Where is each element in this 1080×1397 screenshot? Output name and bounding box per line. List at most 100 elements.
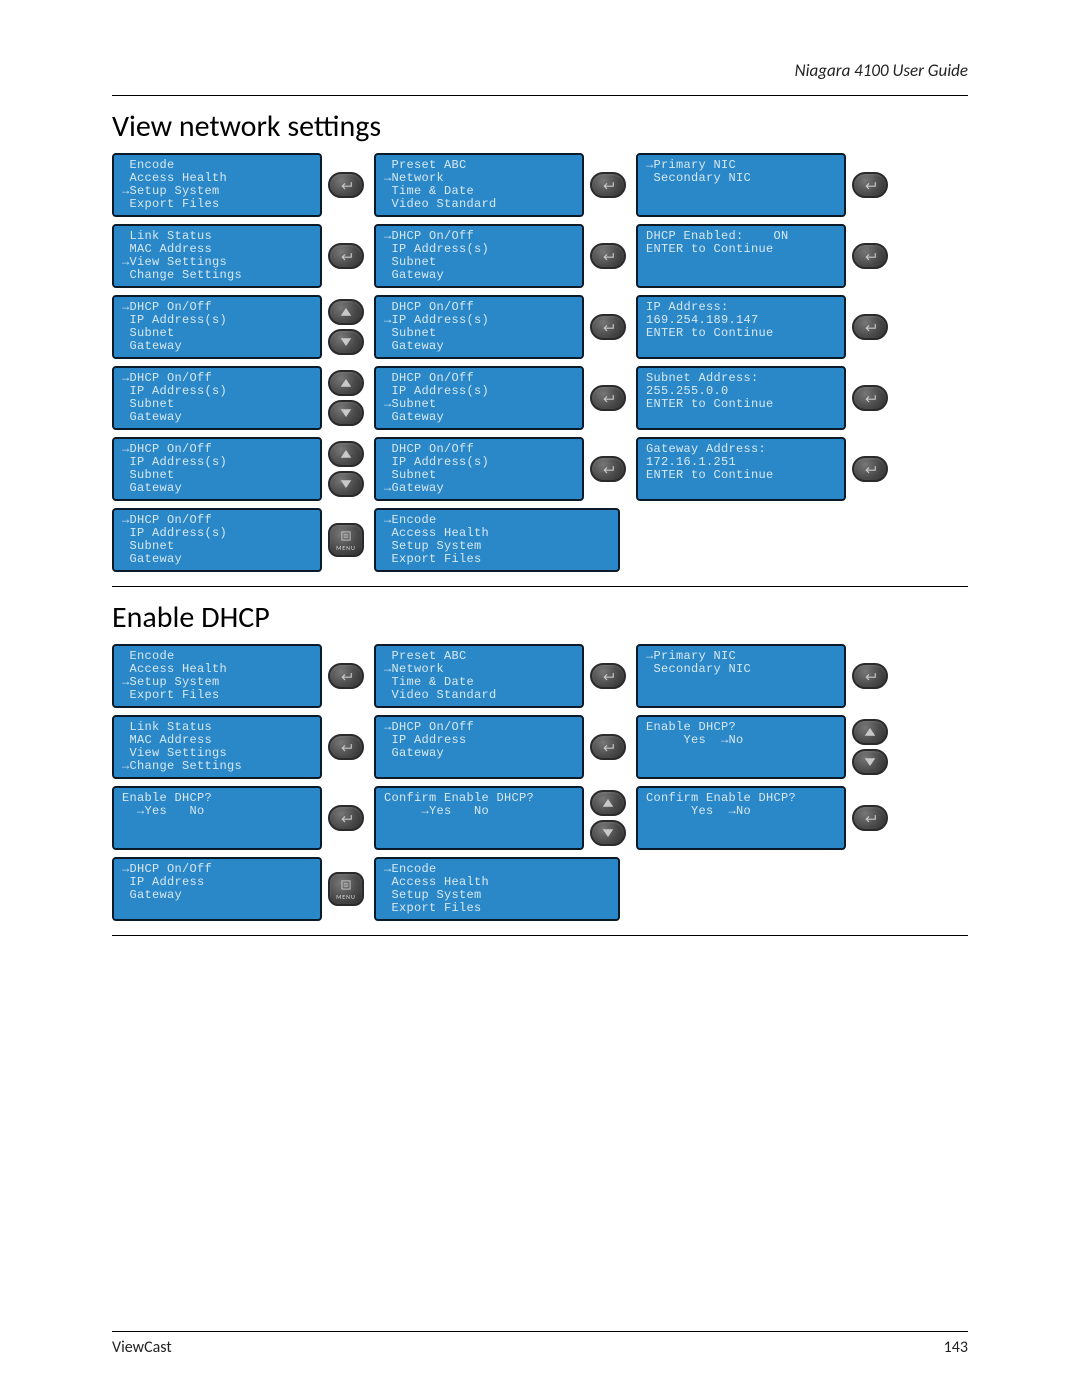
lcd-cell: Preset ABC→Network Time & Date Video Sta… — [374, 153, 626, 217]
button-column: MENU — [328, 523, 364, 557]
lcd-screen: DHCP On/Off IP Address(s) Subnet→Gateway — [374, 437, 584, 501]
enter-button[interactable] — [852, 172, 888, 198]
lcd-line: Gateway — [384, 340, 574, 353]
lcd-cell: DHCP On/Off IP Address(s) Subnet→Gateway — [374, 437, 626, 501]
lcd-line: →Change Settings — [122, 760, 312, 773]
enter-icon — [601, 320, 615, 334]
menu-button[interactable]: MENU — [328, 872, 364, 906]
down-button[interactable] — [590, 820, 626, 846]
enter-button[interactable] — [590, 385, 626, 411]
enter-button[interactable] — [590, 314, 626, 340]
lcd-line: ENTER to Continue — [646, 327, 836, 340]
lcd-cell: Confirm Enable DHCP? Yes →No — [636, 786, 888, 850]
lcd-cell: DHCP Enabled: ONENTER to Continue — [636, 224, 888, 288]
up-button[interactable] — [852, 719, 888, 745]
lcd-screen: →DHCP On/Off IP Address(s) Subnet Gatewa… — [374, 224, 584, 288]
down-button[interactable] — [328, 329, 364, 355]
enter-button[interactable] — [852, 314, 888, 340]
lcd-grid-enable-dhcp: Encode Access Health→Setup System Export… — [112, 644, 968, 921]
enter-button[interactable] — [590, 243, 626, 269]
triangle-down-icon — [863, 755, 877, 769]
triangle-up-icon — [339, 305, 353, 319]
section-rule — [112, 586, 968, 587]
lcd-cell: →DHCP On/Off IP Address(s) Subnet Gatewa… — [112, 295, 364, 359]
enter-button[interactable] — [852, 456, 888, 482]
lcd-screen: Enable DHCP? →Yes No — [112, 786, 322, 850]
lcd-cell: Encode Access Health→Setup System Export… — [112, 644, 364, 708]
enter-icon — [339, 178, 353, 192]
lcd-line: →Gateway — [384, 482, 574, 495]
down-button[interactable] — [328, 400, 364, 426]
lcd-cell: IP Address:169.254.189.147ENTER to Conti… — [636, 295, 888, 359]
lcd-line: →Yes No — [384, 805, 574, 818]
lcd-screen: →Encode Access Health Setup System Expor… — [374, 857, 620, 921]
enter-button[interactable] — [328, 734, 364, 760]
enter-button[interactable] — [852, 805, 888, 831]
button-column — [328, 441, 364, 497]
lcd-screen: →DHCP On/Off IP Address(s) Subnet Gatewa… — [112, 437, 322, 501]
lcd-cell: →Primary NIC Secondary NIC — [636, 644, 888, 708]
button-column — [328, 243, 364, 269]
lcd-line: Secondary NIC — [646, 663, 836, 676]
enter-button[interactable] — [852, 385, 888, 411]
lcd-screen: IP Address:169.254.189.147ENTER to Conti… — [636, 295, 846, 359]
button-column — [328, 370, 364, 426]
enter-icon — [339, 740, 353, 754]
enter-button[interactable] — [590, 734, 626, 760]
up-button[interactable] — [328, 370, 364, 396]
lcd-screen: →Primary NIC Secondary NIC — [636, 644, 846, 708]
enter-button[interactable] — [328, 172, 364, 198]
lcd-screen: Gateway Address:172.16.1.251ENTER to Con… — [636, 437, 846, 501]
enter-icon — [601, 740, 615, 754]
lcd-cell: DHCP On/Off IP Address(s)→Subnet Gateway — [374, 366, 626, 430]
button-column — [852, 663, 888, 689]
enter-button[interactable] — [590, 456, 626, 482]
section-heading-view-network: View network settings — [112, 108, 968, 145]
lcd-screen: →DHCP On/Off IP Address Gateway — [374, 715, 584, 779]
lcd-cell: Subnet Address:255.255.0.0ENTER to Conti… — [636, 366, 888, 430]
lcd-line: Export Files — [384, 902, 610, 915]
enter-button[interactable] — [328, 243, 364, 269]
triangle-up-icon — [863, 725, 877, 739]
button-column — [590, 663, 626, 689]
enter-button[interactable] — [590, 172, 626, 198]
lcd-line: Gateway — [122, 553, 312, 566]
up-button[interactable] — [328, 441, 364, 467]
lcd-cell: Enable DHCP? Yes →No — [636, 715, 888, 779]
lcd-row: Encode Access Health→Setup System Export… — [112, 644, 968, 708]
button-column — [590, 456, 626, 482]
lcd-row: Enable DHCP? →Yes No Confirm Enable DHCP?… — [112, 786, 968, 850]
lcd-screen: →Primary NIC Secondary NIC — [636, 153, 846, 217]
down-button[interactable] — [852, 749, 888, 775]
lcd-grid-view-network: Encode Access Health→Setup System Export… — [112, 153, 968, 572]
header-rule — [112, 95, 968, 96]
button-column — [590, 790, 626, 846]
lcd-screen: →Encode Access Health Setup System Expor… — [374, 508, 620, 572]
lcd-line: Gateway — [384, 747, 574, 760]
button-column — [852, 719, 888, 775]
enter-icon — [601, 462, 615, 476]
enter-button[interactable] — [328, 805, 364, 831]
button-column — [590, 385, 626, 411]
up-button[interactable] — [590, 790, 626, 816]
document-page: Niagara 4100 User Guide View network set… — [0, 0, 1080, 1397]
enter-button[interactable] — [590, 663, 626, 689]
menu-button[interactable]: MENU — [328, 523, 364, 557]
lcd-row: Encode Access Health→Setup System Export… — [112, 153, 968, 217]
triangle-up-icon — [339, 447, 353, 461]
enter-button[interactable] — [852, 243, 888, 269]
enter-button[interactable] — [328, 663, 364, 689]
up-button[interactable] — [328, 299, 364, 325]
lcd-screen: Preset ABC→Network Time & Date Video Sta… — [374, 644, 584, 708]
button-column — [852, 805, 888, 831]
button-column — [590, 734, 626, 760]
button-column — [852, 314, 888, 340]
lcd-line: Gateway — [122, 482, 312, 495]
enter-button[interactable] — [852, 663, 888, 689]
lcd-line: Gateway — [122, 889, 312, 902]
lcd-line: Export Files — [384, 553, 610, 566]
lcd-line: ENTER to Continue — [646, 469, 836, 482]
down-button[interactable] — [328, 471, 364, 497]
button-column — [590, 172, 626, 198]
enter-icon — [863, 249, 877, 263]
